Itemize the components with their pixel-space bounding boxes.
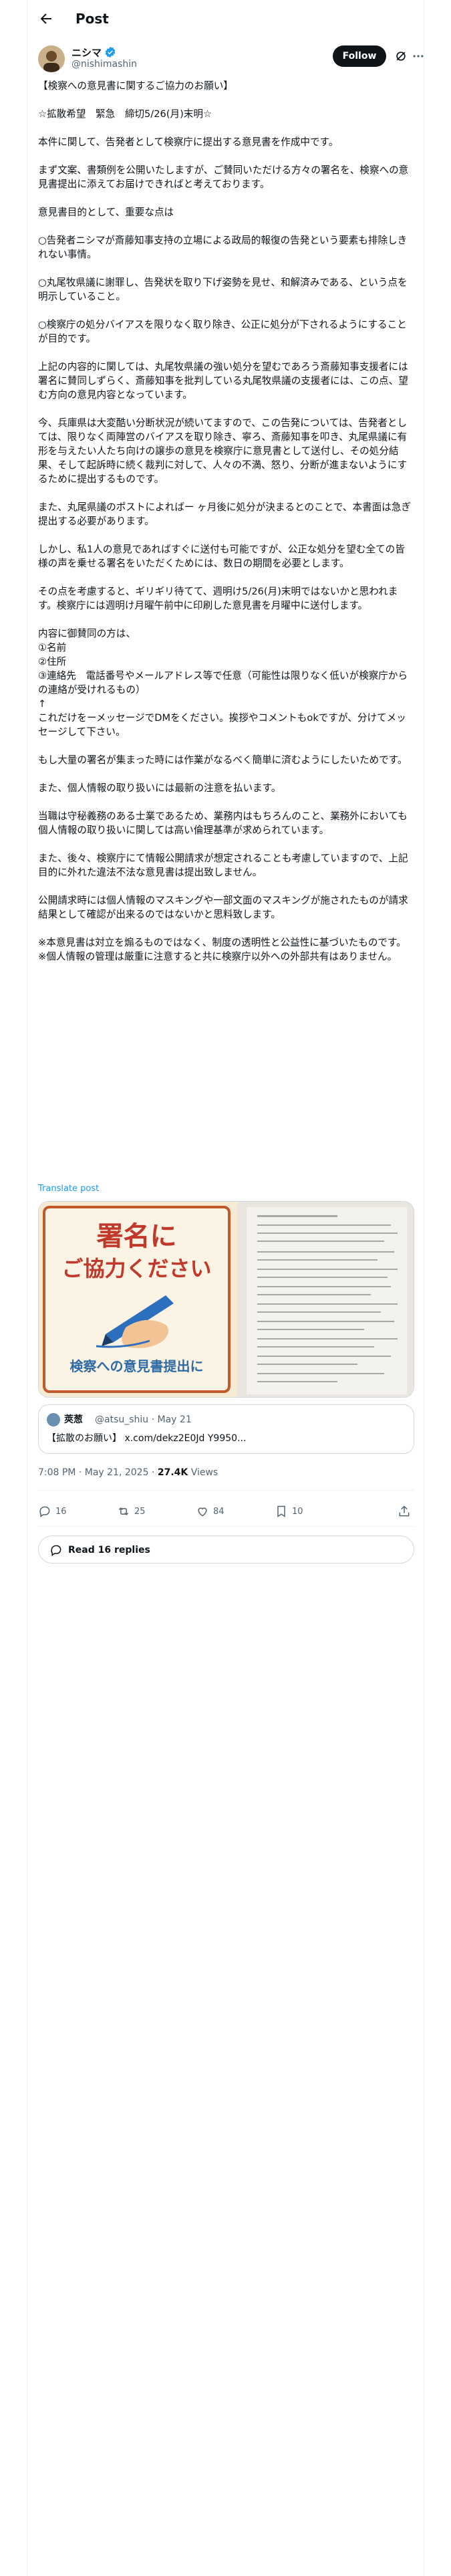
reply-button[interactable]: 16 xyxy=(38,1505,67,1518)
quoted-text: 【拡散のお願い】 x.com/dekz2E0Jd Y9950... xyxy=(47,1433,247,1444)
image-subtitle: 検察への意見書提出に xyxy=(69,1358,204,1374)
document-text-lines-icon xyxy=(247,1207,407,1394)
top-bar: Post xyxy=(27,0,425,37)
post-paragraph: もし大量の署名が集まった時には作業がなるべく簡単に済むようにしたいためです。 xyxy=(38,754,408,766)
share-icon xyxy=(399,1505,410,1517)
bookmark-count: 10 xyxy=(292,1506,303,1517)
views-count: 27.4K xyxy=(157,1467,188,1478)
views-label: Views xyxy=(188,1467,218,1478)
quoted-post[interactable]: 莢葱 @atsu_shiu · May 21 【拡散のお願い】 x.com/de… xyxy=(38,1404,414,1454)
repost-button[interactable]: 25 xyxy=(117,1505,146,1518)
quoted-handle: @atsu_shiu · May 21 xyxy=(95,1414,192,1425)
follow-button[interactable]: Follow xyxy=(333,45,386,67)
chat-bubble-icon xyxy=(51,1545,61,1556)
author-handle[interactable]: @nishimashin xyxy=(71,59,137,70)
more-options-icon[interactable] xyxy=(412,49,425,63)
hand-pen-icon xyxy=(96,1295,174,1348)
like-count: 84 xyxy=(213,1506,224,1517)
post-paragraph: まず文案、書類例を公開いたしますが、ご賛同いただける方々の署名を、検察への意見書… xyxy=(38,165,409,190)
post-meta: 7:08 PM · May 21, 2025 · 27.4K Views xyxy=(38,1466,218,1479)
divider xyxy=(38,1490,414,1491)
post-paragraph: また、後々、検察庁にて情報公開請求が想定されることも考慮していますので、上記目的… xyxy=(38,853,408,878)
post-paragraph: 当職は守秘義務のある士業であるため、業務内はもちろんのこと、業務外においても個人… xyxy=(38,811,408,836)
quoted-display-name: 莢葱 xyxy=(64,1414,83,1425)
post-paragraph: ○検察庁の処分バイアスを限りなく取り除き、公正に処分が下されるようにすることが目… xyxy=(38,319,407,344)
author-display-name[interactable]: ニシマ xyxy=(71,45,102,60)
post-paragraph: ☆拡散希望 緊急 締切5/26(月)末明☆ xyxy=(38,108,212,120)
back-arrow-icon[interactable] xyxy=(38,11,54,27)
post-paragraph: 公開請求時には個人情報のマスキングや一部文面のマスキングが施されたものが請求結果… xyxy=(38,895,408,920)
repost-count: 25 xyxy=(134,1506,146,1517)
post-paragraph: 本件に関して、告発者として検察庁に提出する意見書を作成中です。 xyxy=(38,136,339,148)
post-media[interactable]: 署名に ご協力ください 検察への意見書提出に xyxy=(38,1201,414,1398)
reply-icon xyxy=(39,1506,50,1517)
heart-icon xyxy=(198,1507,207,1517)
quoted-avatar xyxy=(47,1413,60,1426)
bookmark-icon xyxy=(277,1505,285,1517)
post-paragraph: しかし、私1人の意見であればすぐに送付も可能ですが、公正な処分を望む全ての皆様の… xyxy=(38,544,405,569)
post-body: 【検察への意見書に関するご協力のお願い】 ☆拡散希望 緊急 締切5/26(月)末… xyxy=(38,79,414,978)
post-timestamp[interactable]: 7:08 PM · May 21, 2025 · xyxy=(38,1467,158,1478)
post-paragraph: その点を考慮すると、ギリギリ待てて、週明け5/26(月)末明ではないかと思われま… xyxy=(38,586,398,611)
post-column: Post ニシマ @nishimashin Follow 【検察への意見書に関す… xyxy=(27,0,424,2576)
grok-icon[interactable] xyxy=(394,49,408,63)
author-name-row: ニシマ xyxy=(71,45,116,59)
post-paragraph: 内容に御賛同の方は、 ①名前 ②住所 ③連絡先 電話番号やメールアドレス等で任意… xyxy=(38,628,408,738)
action-bar: 16 25 84 10 xyxy=(38,1498,414,1525)
post-paragraph: ※本意見書は対立を煽るものではなく、制度の透明性と公益性に基づいたものです。 ※… xyxy=(38,937,406,962)
share-button[interactable] xyxy=(398,1505,411,1518)
avatar-image-icon xyxy=(38,45,65,72)
divider xyxy=(38,1526,414,1527)
image-title-line1: 署名に xyxy=(96,1221,177,1252)
post-paragraph: 上記の内容的に関しては、丸尾牧県議の強い処分を望むであろう斎藤知事支援者には署名… xyxy=(38,361,408,401)
post-paragraph: また、丸尾県議のポストによればー ヶ月後に処分が決まるとのことで、本書面は急ぎ提… xyxy=(38,502,412,527)
translate-post-link[interactable]: Translate post xyxy=(38,1184,99,1194)
signature-image-frame: 署名に ご協力ください 検察への意見書提出に xyxy=(43,1206,231,1393)
repost-icon xyxy=(118,1507,129,1516)
read-replies-button[interactable]: Read 16 replies xyxy=(38,1535,414,1564)
document-photo[interactable] xyxy=(237,1202,414,1397)
post-paragraph: 今、兵庫県は大変酷い分断状況が続いてますので、この告発については、告発者としては… xyxy=(38,417,408,485)
image-title-line2: ご協力ください xyxy=(61,1256,212,1281)
post-paragraph: ○告発者ニシマが斎藤知事支持の立場による政局的報復の告発という要素も排除しきれな… xyxy=(38,235,408,260)
post-paragraph: ○丸尾牧県議に謝罪し、告発状を取り下げ姿勢を見せ、和解済みである、という点を明示… xyxy=(38,277,408,302)
signature-request-image[interactable]: 署名に ご協力ください 検察への意見書提出に xyxy=(39,1202,237,1397)
page-title: Post xyxy=(76,11,109,27)
avatar[interactable] xyxy=(38,45,65,72)
like-button[interactable]: 84 xyxy=(196,1505,224,1518)
read-replies-label: Read 16 replies xyxy=(68,1545,150,1555)
bookmark-button[interactable]: 10 xyxy=(275,1505,303,1518)
reply-count: 16 xyxy=(55,1506,67,1517)
verified-badge-icon xyxy=(105,46,116,58)
post-paragraph: また、個人情報の取り扱いには最新の注意を払います。 xyxy=(38,782,281,794)
post-paragraph: 意見書目的として、重要な点は xyxy=(38,207,174,218)
post-paragraph: 【検察への意見書に関するご協力のお願い】 xyxy=(38,80,233,92)
